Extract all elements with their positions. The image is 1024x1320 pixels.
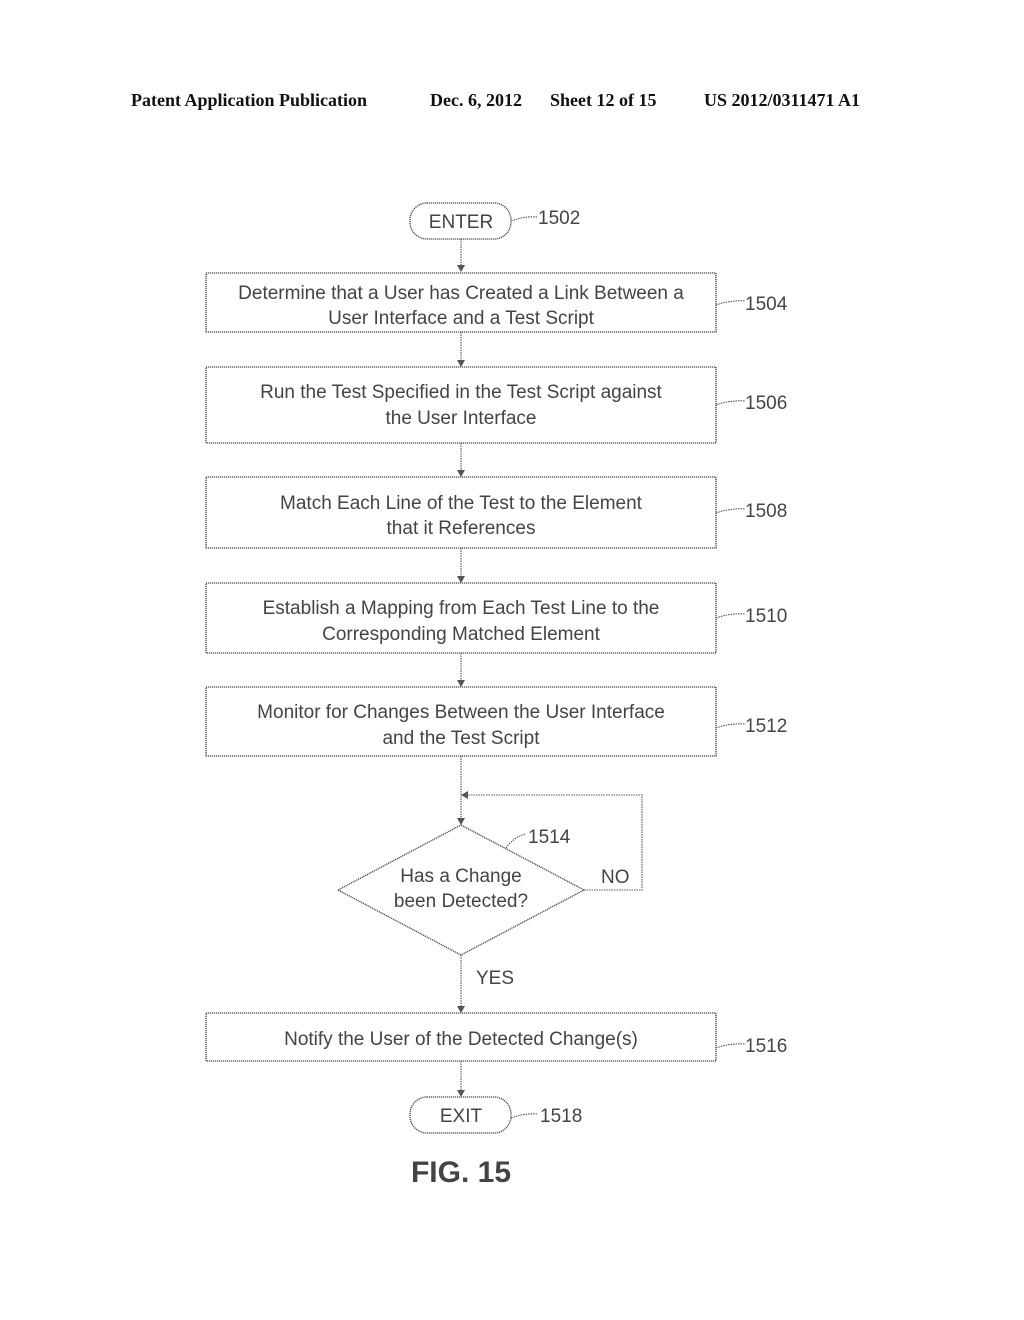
- start-ref: 1502: [538, 208, 580, 229]
- ref-leader: [715, 400, 746, 406]
- arrow-down-icon: [457, 360, 465, 367]
- step-text-line: the User Interface: [385, 408, 536, 429]
- ref-leader: [715, 1043, 746, 1049]
- step-text-line: that it References: [387, 518, 536, 539]
- arrow-down-icon: [457, 576, 465, 583]
- ref-leader: [715, 613, 746, 619]
- arrow-down-icon: [457, 1006, 465, 1013]
- step-text-line: Run the Test Specified in the Test Scrip…: [260, 382, 662, 403]
- step-text-line: Monitor for Changes Between the User Int…: [257, 702, 665, 723]
- arrow-down-icon: [457, 1090, 465, 1097]
- step-text-line: Establish a Mapping from Each Test Line …: [263, 598, 660, 619]
- step-ref: 1512: [745, 716, 787, 737]
- arrow-left-icon: [461, 791, 468, 799]
- step-text-line: Notify the User of the Detected Change(s…: [284, 1029, 638, 1050]
- step-ref: 1510: [745, 606, 787, 627]
- step-ref: 1504: [745, 294, 788, 315]
- step-1516: Notify the User of the Detected Change(s…: [205, 1012, 787, 1062]
- start-terminal: ENTER 1502: [409, 202, 580, 240]
- ref-leader: [715, 508, 746, 514]
- arrow-down-icon: [457, 818, 465, 825]
- decision-yes-label: YES: [476, 968, 514, 989]
- ref-leader: [715, 723, 746, 729]
- step-1504: Determine that a User has Created a Link…: [205, 272, 788, 333]
- step-1506: Run the Test Specified in the Test Scrip…: [205, 366, 787, 444]
- step-text-line: Match Each Line of the Test to the Eleme…: [280, 493, 643, 514]
- decision-text-line: Has a Change: [400, 866, 521, 887]
- start-label: ENTER: [429, 212, 493, 233]
- step-text-line: User Interface and a Test Script: [328, 308, 594, 329]
- arrow-down-icon: [457, 265, 465, 272]
- decision-no-label: NO: [601, 867, 630, 888]
- end-label: EXIT: [440, 1106, 483, 1127]
- end-ref-leader: [510, 1113, 539, 1119]
- step-ref: 1506: [745, 393, 787, 414]
- step-1510: Establish a Mapping from Each Test Line …: [205, 582, 787, 654]
- step-text-line: Determine that a User has Created a Link…: [238, 283, 684, 304]
- step-1512: Monitor for Changes Between the User Int…: [205, 686, 787, 757]
- decision-text-line: been Detected?: [394, 891, 528, 912]
- end-ref: 1518: [540, 1106, 582, 1127]
- start-ref-leader: [510, 216, 539, 222]
- figure-label: FIG. 15: [411, 1156, 511, 1189]
- step-ref: 1508: [745, 501, 787, 522]
- step-ref: 1516: [745, 1036, 787, 1057]
- step-text-line: Corresponding Matched Element: [322, 624, 600, 645]
- step-text-line: and the Test Script: [382, 728, 540, 749]
- flowchart: ENTER 1502 Determine that a User has Cre…: [205, 202, 788, 1189]
- ref-leader: [505, 833, 527, 849]
- ref-leader: [715, 300, 746, 306]
- end-terminal: EXIT 1518: [409, 1096, 582, 1134]
- arrow-down-icon: [457, 680, 465, 687]
- arrow-down-icon: [457, 470, 465, 477]
- step-box: [205, 366, 717, 444]
- decision-1514: Has a Change been Detected? 1514 NO YES: [336, 824, 630, 989]
- decision-ref: 1514: [528, 827, 571, 848]
- step-1508: Match Each Line of the Test to the Eleme…: [205, 476, 787, 549]
